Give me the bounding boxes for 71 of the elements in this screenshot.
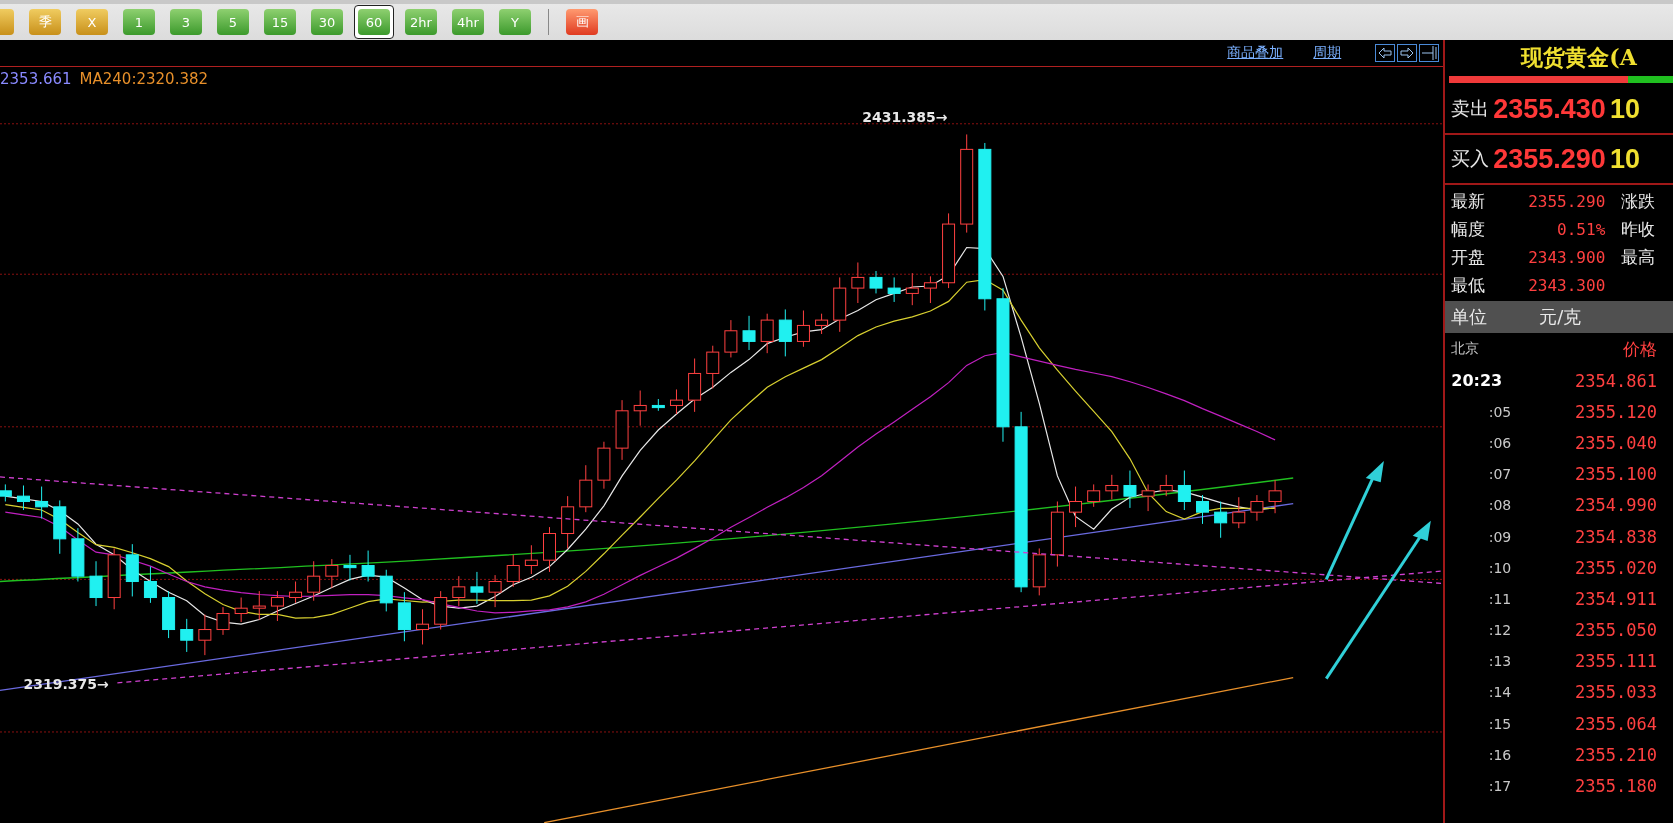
column-header: 价格 <box>1623 337 1657 361</box>
tick-price: 2355.210 <box>1575 744 1657 765</box>
stat-value: 2343.300 <box>1527 275 1606 295</box>
tick-time: :08 <box>1487 497 1512 514</box>
stat-value: 0.51% <box>1556 219 1606 239</box>
tick-time: :17 <box>1487 778 1512 795</box>
tick-time: :09 <box>1487 528 1512 545</box>
tick-time: :11 <box>1487 590 1512 607</box>
tick-price: 2355.020 <box>1575 557 1657 578</box>
indicator-value: 2353.661 <box>0 70 72 88</box>
period-button[interactable]: Y <box>499 9 531 35</box>
tick-price: 2355.050 <box>1575 620 1657 641</box>
chart-link[interactable]: 周期 <box>1313 44 1342 62</box>
instrument-title: 现货黄金(A <box>1519 43 1638 72</box>
tick-price: 2355.111 <box>1575 651 1657 672</box>
tick-time: :16 <box>1487 746 1512 763</box>
tick-price: 2355.040 <box>1575 432 1657 453</box>
indicator-value: MA240:2320.382 <box>79 70 209 88</box>
chart-link[interactable]: 商品叠加 <box>1227 44 1284 62</box>
stat-label: 最高 <box>1621 245 1656 269</box>
high-price-label: 2431.385→ <box>862 108 948 125</box>
stat-label: 昨收 <box>1621 217 1656 241</box>
quote-price: 2355.430 <box>1493 93 1606 125</box>
tick-time: :06 <box>1487 434 1512 451</box>
layout-icon[interactable] <box>1419 44 1440 62</box>
stat-label: 幅度 <box>1451 217 1487 241</box>
period-button[interactable]: 画 <box>566 9 598 35</box>
low-price-label: 2319.375→ <box>23 676 109 693</box>
stat-label: 最新 <box>1451 189 1487 213</box>
tick-price: 2355.064 <box>1575 713 1657 734</box>
period-button[interactable]: 1 <box>123 9 155 35</box>
quote-volume: 10 <box>1609 93 1640 125</box>
scroll-left-icon[interactable] <box>1375 44 1396 62</box>
stat-value: 2343.900 <box>1527 247 1606 267</box>
period-button[interactable]: 季 <box>29 9 61 35</box>
tick-price: 2355.180 <box>1575 776 1657 797</box>
period-button[interactable]: 60 <box>358 9 390 35</box>
unit-label: 单位 <box>1451 305 1488 329</box>
tick-price: 2355.120 <box>1575 401 1657 422</box>
quote-volume: 10 <box>1609 143 1640 175</box>
unit-value: 元/克 <box>1539 305 1582 329</box>
tick-time: :15 <box>1487 715 1512 732</box>
stat-label: 开盘 <box>1451 245 1487 269</box>
tick-price: 2355.100 <box>1575 464 1657 485</box>
tick-time: :05 <box>1487 403 1512 420</box>
period-button[interactable]: X <box>76 9 108 35</box>
quote-price: 2355.290 <box>1493 143 1606 175</box>
stat-value: 2355.290 <box>1527 191 1606 211</box>
scroll-right-icon[interactable] <box>1397 44 1418 62</box>
period-button[interactable]: 5 <box>217 9 249 35</box>
tick-time: :12 <box>1487 622 1512 639</box>
column-header: 北京 <box>1451 340 1481 358</box>
tick-price: 2354.861 <box>1575 370 1657 391</box>
tick-price: 2355.033 <box>1575 682 1657 703</box>
tick-time: :14 <box>1487 684 1512 701</box>
period-button[interactable]: 2hr <box>405 9 437 35</box>
stat-label: 最低 <box>1451 273 1487 297</box>
tick-price: 2354.838 <box>1575 526 1657 547</box>
tick-price: 2354.990 <box>1575 495 1657 516</box>
stat-label: 涨跌 <box>1621 189 1656 213</box>
period-button[interactable]: 4hr <box>452 9 484 35</box>
tick-time: :07 <box>1487 466 1512 483</box>
tick-time: :13 <box>1487 653 1512 670</box>
period-button[interactable]: 3 <box>170 9 202 35</box>
tick-price: 2354.911 <box>1575 588 1657 609</box>
quote-label: 卖出 <box>1451 96 1490 121</box>
quote-label: 买入 <box>1451 146 1490 171</box>
period-button[interactable]: 30 <box>311 9 343 35</box>
tick-time: :10 <box>1487 559 1512 576</box>
tick-time: 20:23 <box>1451 371 1504 391</box>
period-button[interactable]: 15 <box>264 9 296 35</box>
